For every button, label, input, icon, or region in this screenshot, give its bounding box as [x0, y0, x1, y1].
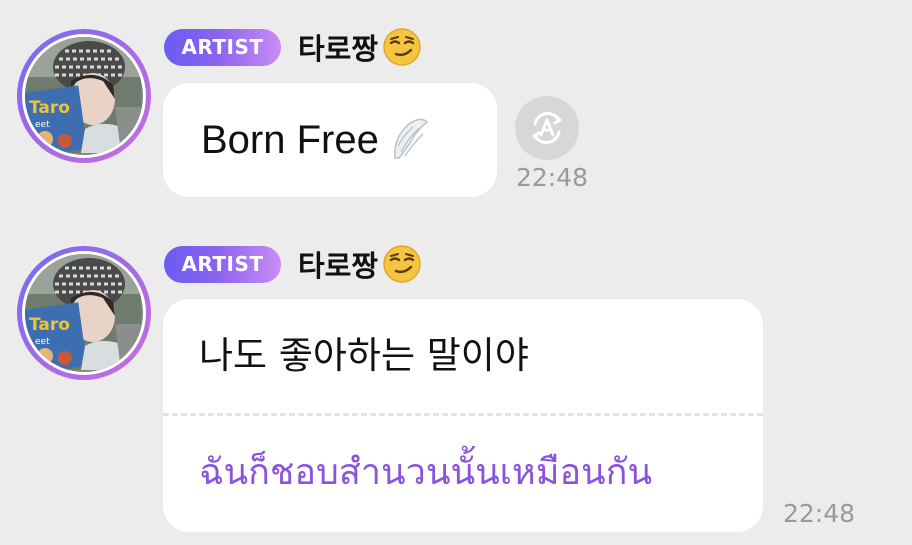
message-bubble[interactable]: 나도 좋아하는 말이야 ฉันก็ชอบสำนวนนั้นเหมือนกัน [163, 299, 763, 532]
message-timestamp: 22:48 [783, 499, 856, 528]
message-timestamp: 22:48 [516, 163, 589, 192]
message-text: Born Free [201, 117, 379, 162]
sender-name[interactable]: 타로짱 [298, 243, 378, 285]
svg-text:Taro: Taro [29, 315, 70, 335]
artist-badge: ARTIST [164, 29, 281, 66]
auto-translate-icon [532, 112, 562, 144]
svg-text:eet: eet [35, 120, 50, 130]
translate-button[interactable] [515, 96, 579, 160]
svg-text:Taro: Taro [29, 98, 70, 118]
avatar-photo: Taro eet [25, 254, 143, 372]
sender-row: 타로짱 [298, 240, 422, 288]
avatar[interactable]: Taro eet [17, 246, 151, 380]
avatar-photo: Taro eet [25, 37, 143, 155]
message-text: 나도 좋아하는 말이야 [199, 334, 529, 377]
artist-badge: ARTIST [164, 246, 281, 283]
translation-divider [163, 413, 763, 416]
translated-text: ฉันก็ชอบสำนวนนั้นเหมือนกัน [199, 452, 653, 493]
smirking-face-emoji [383, 28, 421, 66]
smirking-face-emoji [383, 245, 421, 283]
sender-name[interactable]: 타로짱 [298, 26, 378, 68]
wing-emoji [393, 118, 429, 159]
sender-row: 타로짱 [298, 23, 422, 71]
message-bubble[interactable]: Born Free [163, 83, 497, 197]
svg-text:eet: eet [35, 337, 50, 347]
avatar[interactable]: Taro eet [17, 29, 151, 163]
